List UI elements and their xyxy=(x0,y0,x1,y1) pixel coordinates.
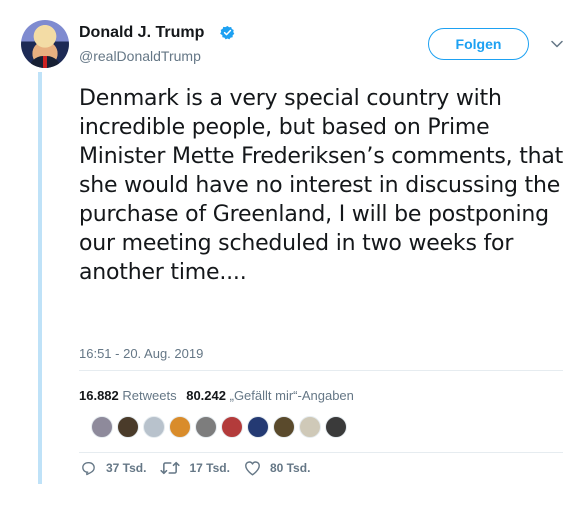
like-button[interactable]: 80 Tsd. xyxy=(244,460,310,476)
follow-button[interactable]: Folgen xyxy=(428,28,529,60)
reply-button[interactable]: 37 Tsd. xyxy=(80,460,146,476)
retweets-count[interactable]: 16.882 xyxy=(79,388,119,403)
verified-badge-icon xyxy=(220,25,235,40)
tweet-timestamp[interactable]: 16:51 - 20. Aug. 2019 xyxy=(79,346,203,361)
liker-avatar[interactable] xyxy=(221,416,243,438)
chevron-down-icon[interactable] xyxy=(551,40,563,48)
tweet-stats: 16.882 Retweets 80.242 „Gefällt mir“-Ang… xyxy=(79,388,354,403)
like-count: 80 Tsd. xyxy=(269,461,311,475)
user-handle[interactable]: @realDonaldTrump xyxy=(79,48,201,64)
liker-avatar[interactable] xyxy=(117,416,139,438)
liker-avatar[interactable] xyxy=(195,416,217,438)
likes-label[interactable]: „Gefällt mir“-Angaben xyxy=(230,388,354,403)
thread-line xyxy=(38,72,42,484)
divider xyxy=(79,370,563,371)
retweet-button[interactable]: 17 Tsd. xyxy=(160,460,230,476)
retweet-icon xyxy=(160,461,181,475)
liker-avatar[interactable] xyxy=(325,416,347,438)
liker-avatar[interactable] xyxy=(273,416,295,438)
display-name[interactable]: Donald J. Trump xyxy=(79,24,204,42)
tweet-text: Denmark is a very special country with i… xyxy=(79,86,564,285)
avatar-tie xyxy=(43,56,47,68)
retweet-count: 17 Tsd. xyxy=(189,461,230,475)
liker-avatar[interactable] xyxy=(299,416,321,438)
liker-avatar[interactable] xyxy=(169,416,191,438)
liker-avatars xyxy=(91,416,347,440)
reply-count: 37 Tsd. xyxy=(106,461,147,475)
heart-icon xyxy=(245,461,260,476)
liker-avatar[interactable] xyxy=(143,416,165,438)
liker-avatar[interactable] xyxy=(247,416,269,438)
divider xyxy=(79,452,563,453)
profile-avatar[interactable] xyxy=(21,20,69,68)
reply-icon xyxy=(82,462,95,476)
likes-count[interactable]: 80.242 xyxy=(186,388,226,403)
tweet-actions: 37 Tsd. 17 Tsd. 80 Tsd. xyxy=(80,460,310,476)
retweets-label[interactable]: Retweets xyxy=(122,388,176,403)
liker-avatar[interactable] xyxy=(91,416,113,438)
